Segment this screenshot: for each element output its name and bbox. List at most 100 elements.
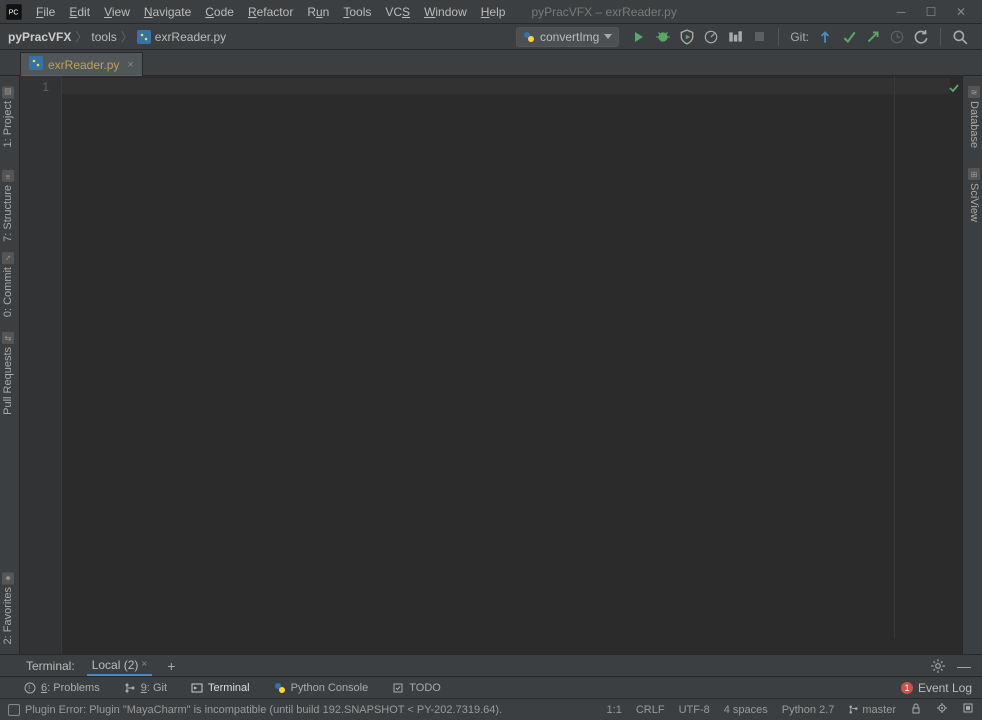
inspection-ok-icon[interactable] bbox=[948, 82, 960, 97]
git-history-button[interactable] bbox=[889, 29, 905, 45]
menu-file[interactable]: File bbox=[30, 2, 61, 22]
menu-view[interactable]: View bbox=[98, 2, 136, 22]
caret-line-highlight bbox=[62, 78, 950, 94]
chevron-down-icon bbox=[604, 34, 612, 39]
toolbar-right: convertImg Git: bbox=[516, 27, 974, 47]
toolbar-separator bbox=[940, 28, 941, 46]
main-area: 1: Project▤ 7: Structure≡ 0: Commit✓ Pul… bbox=[0, 76, 982, 654]
svg-text:PC: PC bbox=[9, 9, 19, 16]
caret-position[interactable]: 1:1 bbox=[607, 704, 622, 716]
tab-git[interactable]: 9: Git bbox=[120, 680, 171, 696]
indent-setting[interactable]: 4 spaces bbox=[724, 704, 768, 716]
tab-python-console[interactable]: Python Console bbox=[270, 680, 373, 696]
menu-help[interactable]: Help bbox=[475, 2, 512, 22]
breadcrumb-sep: 〉 bbox=[75, 28, 87, 45]
right-margin-guide bbox=[894, 76, 895, 638]
file-encoding[interactable]: UTF-8 bbox=[679, 704, 710, 716]
tab-todo[interactable]: TODO bbox=[388, 680, 445, 696]
close-button[interactable]: ✕ bbox=[946, 2, 976, 22]
lock-icon[interactable] bbox=[910, 702, 922, 717]
minimize-button[interactable]: ─ bbox=[886, 2, 916, 22]
maximize-button[interactable]: ☐ bbox=[916, 2, 946, 22]
close-tab-icon[interactable]: × bbox=[127, 59, 133, 71]
profile-button[interactable] bbox=[703, 29, 719, 45]
error-badge-icon: 1 bbox=[901, 682, 913, 694]
search-everywhere-button[interactable] bbox=[952, 29, 968, 45]
editor[interactable]: 1 bbox=[20, 76, 962, 654]
debug-button[interactable] bbox=[655, 29, 671, 45]
tool-project[interactable]: 1: Project▤ bbox=[0, 82, 16, 151]
menu-run[interactable]: Run bbox=[301, 2, 335, 22]
stop-button[interactable] bbox=[751, 29, 767, 45]
gear-icon[interactable] bbox=[930, 658, 946, 674]
structure-icon: ≡ bbox=[2, 170, 14, 182]
tool-sciview[interactable]: ⊞SciView bbox=[966, 164, 982, 226]
editor-body[interactable] bbox=[62, 76, 962, 654]
close-icon[interactable]: × bbox=[141, 659, 147, 670]
status-message[interactable]: Plugin Error: Plugin "MayaCharm" is inco… bbox=[8, 704, 502, 716]
terminal-label: Terminal: bbox=[26, 659, 75, 673]
tab-problems[interactable]: ! 6: Problems bbox=[20, 680, 104, 696]
run-button[interactable] bbox=[631, 29, 647, 45]
run-coverage-button[interactable] bbox=[679, 29, 695, 45]
tool-structure[interactable]: 7: Structure≡ bbox=[0, 166, 16, 246]
menu-window[interactable]: Window bbox=[418, 2, 473, 22]
tab-terminal[interactable]: Terminal bbox=[187, 680, 254, 696]
navigation-bar: pyPracVFX 〉 tools 〉 exrReader.py convert… bbox=[0, 24, 982, 50]
breadcrumb: pyPracVFX 〉 tools 〉 exrReader.py bbox=[8, 28, 226, 45]
tool-pull-requests[interactable]: Pull Requests⇆ bbox=[0, 328, 16, 419]
menu-tools[interactable]: Tools bbox=[337, 2, 377, 22]
terminal-tab-label: Local (2) bbox=[92, 658, 139, 672]
tool-favorites[interactable]: 2: Favorites★ bbox=[0, 568, 16, 648]
python-file-icon bbox=[29, 56, 43, 73]
svg-text:!: ! bbox=[28, 684, 30, 693]
editor-tab-exrreader[interactable]: exrReader.py × bbox=[20, 52, 143, 76]
terminal-tab-local[interactable]: Local (2) × bbox=[87, 656, 153, 676]
line-separator[interactable]: CRLF bbox=[636, 704, 665, 716]
menu-navigate[interactable]: Navigate bbox=[138, 2, 197, 22]
python-icon bbox=[274, 682, 286, 694]
editor-gutter: 1 bbox=[20, 76, 62, 654]
git-label: Git: bbox=[790, 30, 809, 44]
breadcrumb-sep: 〉 bbox=[121, 28, 133, 45]
new-terminal-button[interactable]: + bbox=[162, 658, 180, 674]
run-config-label: convertImg bbox=[540, 30, 599, 44]
tool-database[interactable]: ≋Database bbox=[966, 82, 982, 152]
bottom-tool-tabs: ! 6: Problems 9: Git Terminal Python Con… bbox=[0, 676, 982, 698]
tab-event-log[interactable]: 1 Event Log bbox=[901, 681, 982, 695]
editor-tab-label: exrReader.py bbox=[48, 58, 119, 72]
git-icon bbox=[124, 682, 136, 694]
python-interpreter[interactable]: Python 2.7 bbox=[782, 704, 835, 716]
git-branch[interactable]: master bbox=[848, 704, 896, 716]
menu-refactor[interactable]: Refactor bbox=[242, 2, 299, 22]
sciview-icon: ⊞ bbox=[968, 168, 980, 180]
git-update-button[interactable] bbox=[817, 29, 833, 45]
menu-code[interactable]: Code bbox=[199, 2, 240, 22]
title-bar: PC File Edit View Navigate Code Refactor… bbox=[0, 0, 982, 24]
git-commit-button[interactable] bbox=[841, 29, 857, 45]
concurrency-button[interactable] bbox=[727, 29, 743, 45]
terminal-panel-header: Terminal: Local (2) × + — bbox=[0, 654, 982, 676]
ide-settings-icon[interactable] bbox=[962, 702, 974, 717]
git-revert-button[interactable] bbox=[913, 29, 929, 45]
right-tool-strip: ≋Database ⊞SciView bbox=[962, 76, 982, 654]
left-tool-strip: 1: Project▤ 7: Structure≡ 0: Commit✓ Pul… bbox=[0, 76, 20, 654]
run-config-selector[interactable]: convertImg bbox=[516, 27, 619, 47]
memory-indicator-icon[interactable] bbox=[936, 702, 948, 717]
breadcrumb-file[interactable]: exrReader.py bbox=[155, 30, 226, 44]
tool-commit[interactable]: 0: Commit✓ bbox=[0, 248, 16, 321]
menu-vcs[interactable]: VCS bbox=[379, 2, 416, 22]
breadcrumb-root[interactable]: pyPracVFX bbox=[8, 30, 71, 44]
line-number: 1 bbox=[32, 80, 49, 94]
window-controls: ─ ☐ ✕ bbox=[886, 2, 976, 22]
git-push-button[interactable] bbox=[865, 29, 881, 45]
pull-request-icon: ⇆ bbox=[2, 332, 14, 344]
hide-panel-button[interactable]: — bbox=[956, 658, 972, 674]
status-bar: Plugin Error: Plugin "MayaCharm" is inco… bbox=[0, 698, 982, 720]
menu-edit[interactable]: Edit bbox=[63, 2, 96, 22]
breadcrumb-folder[interactable]: tools bbox=[91, 30, 116, 44]
menu-bar: File Edit View Navigate Code Refactor Ru… bbox=[30, 2, 511, 22]
window-title: pyPracVFX – exrReader.py bbox=[531, 5, 676, 19]
editor-tabs: exrReader.py × bbox=[0, 50, 982, 76]
folder-icon: ▤ bbox=[2, 86, 14, 98]
